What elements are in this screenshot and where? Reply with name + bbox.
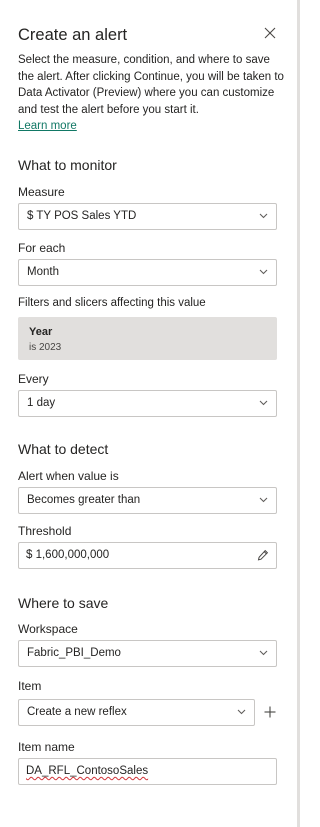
alert-condition-value: Becomes greater than	[27, 494, 141, 506]
panel-title: Create an alert	[18, 26, 128, 44]
every-value: 1 day	[27, 397, 56, 409]
for-each-label: For each	[18, 241, 66, 255]
chevron-down-icon	[259, 400, 268, 406]
panel-description: Select the measure, condition, and where…	[18, 52, 284, 135]
plus-icon[interactable]	[263, 705, 277, 719]
description-text: Select the measure, condition, and where…	[18, 54, 284, 116]
filter-value: is 2023	[29, 342, 62, 353]
item-dropdown[interactable]: Create a new reflex	[18, 699, 255, 726]
threshold-value: $ 1,600,000,000	[26, 549, 110, 561]
learn-more-link[interactable]: Learn more	[18, 120, 77, 132]
workspace-value: Fabric_PBI_Demo	[27, 647, 121, 659]
chevron-down-icon	[259, 650, 268, 656]
close-icon[interactable]	[262, 25, 278, 41]
what-to-monitor-heading: What to monitor	[18, 157, 117, 173]
pencil-icon[interactable]	[257, 549, 269, 561]
create-alert-panel: Create an alert Select the measure, cond…	[0, 0, 297, 827]
every-dropdown[interactable]: 1 day	[18, 390, 277, 417]
alert-when-label: Alert when value is	[18, 469, 119, 483]
item-value: Create a new reflex	[27, 706, 127, 718]
filter-card-year[interactable]: Year is 2023	[18, 317, 277, 360]
measure-label: Measure	[18, 185, 65, 199]
workspace-dropdown[interactable]: Fabric_PBI_Demo	[18, 640, 277, 667]
filter-name: Year	[29, 326, 53, 338]
panel-divider	[297, 0, 300, 827]
item-label: Item	[18, 679, 42, 693]
chevron-down-icon	[259, 497, 268, 503]
chevron-down-icon	[237, 709, 246, 715]
workspace-label: Workspace	[18, 622, 78, 636]
alert-condition-dropdown[interactable]: Becomes greater than	[18, 487, 277, 514]
chevron-down-icon	[259, 269, 268, 275]
what-to-detect-heading: What to detect	[18, 441, 109, 457]
for-each-value: Month	[27, 266, 59, 278]
filters-label: Filters and slicers affecting this value	[18, 297, 206, 309]
item-name-value: DA_RFL_ContosoSales	[26, 765, 149, 777]
threshold-input[interactable]: $ 1,600,000,000	[18, 542, 277, 569]
measure-dropdown[interactable]: $ TY POS Sales YTD	[18, 203, 277, 230]
where-to-save-heading: Where to save	[18, 595, 109, 611]
measure-value: $ TY POS Sales YTD	[27, 210, 137, 222]
every-label: Every	[18, 372, 49, 386]
chevron-down-icon	[259, 213, 268, 219]
item-name-label: Item name	[18, 740, 75, 754]
for-each-dropdown[interactable]: Month	[18, 259, 277, 286]
threshold-label: Threshold	[18, 524, 72, 538]
item-name-input[interactable]: DA_RFL_ContosoSales	[18, 758, 277, 785]
